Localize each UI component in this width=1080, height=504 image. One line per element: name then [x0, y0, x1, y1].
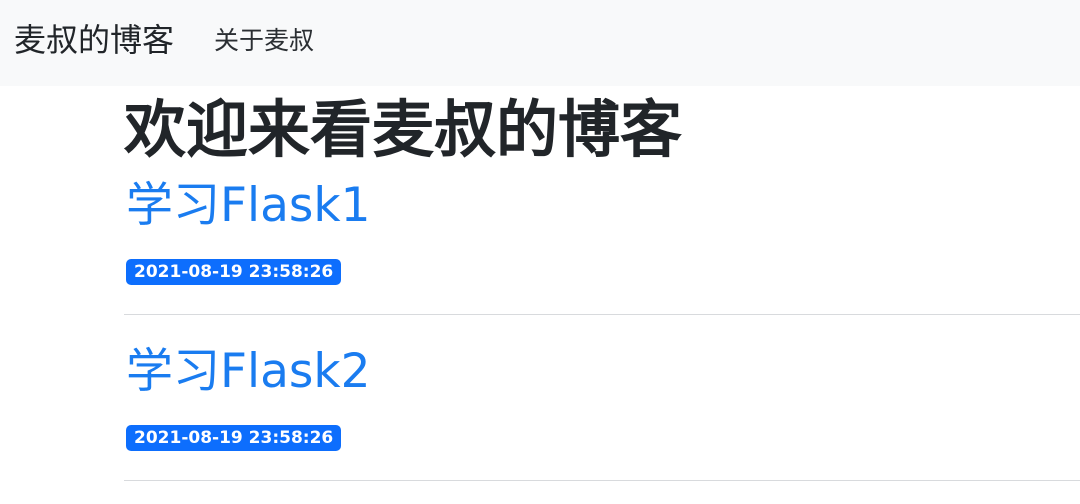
- post-divider: [124, 480, 1080, 481]
- navbar: 麦叔的博客 关于麦叔: [0, 0, 1080, 86]
- post-title-link[interactable]: 学习Flask1: [126, 178, 371, 234]
- post-divider: [124, 314, 1080, 315]
- page-title: 欢迎来看麦叔的博客: [124, 93, 683, 166]
- post-date-badge: 2021-08-19 23:58:26: [126, 425, 342, 451]
- navbar-brand[interactable]: 麦叔的博客: [14, 18, 174, 62]
- nav-link-about[interactable]: 关于麦叔: [214, 26, 314, 56]
- post-item: 学习Flask2 2021-08-19 23:58:26: [124, 344, 1080, 484]
- post-title-link[interactable]: 学习Flask2: [126, 344, 371, 400]
- post-date-badge: 2021-08-19 23:58:26: [126, 259, 342, 285]
- post-item: 学习Flask1 2021-08-19 23:58:26: [124, 178, 1080, 318]
